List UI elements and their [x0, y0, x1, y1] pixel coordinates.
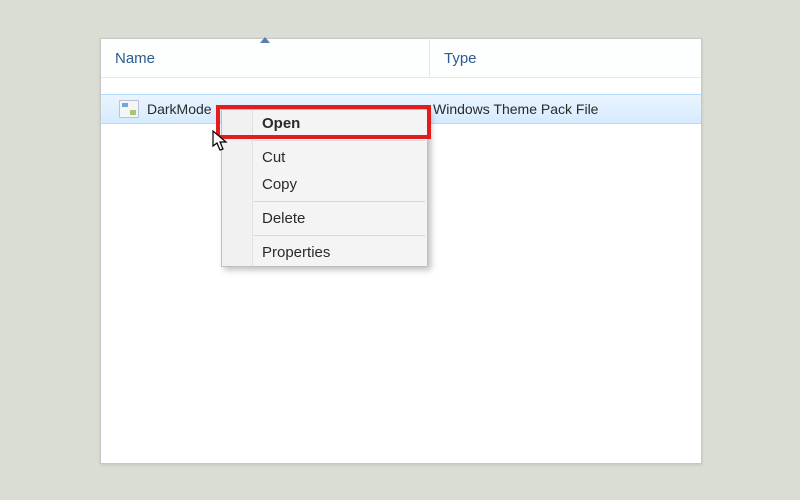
context-menu-delete[interactable]: Delete	[222, 205, 427, 232]
file-cell-type: Windows Theme Pack File	[419, 101, 701, 117]
context-menu-separator	[254, 140, 425, 141]
context-menu-delete-label: Delete	[262, 210, 305, 227]
context-menu-properties-label: Properties	[262, 244, 330, 261]
column-headers: Name Type	[101, 39, 701, 78]
context-menu-separator	[254, 201, 425, 202]
context-menu-copy[interactable]: Copy	[222, 171, 427, 198]
column-header-type-label: Type	[444, 50, 477, 67]
context-menu-separator	[254, 235, 425, 236]
file-type-label: Windows Theme Pack File	[433, 101, 598, 117]
column-header-type[interactable]: Type	[430, 39, 701, 77]
context-menu-cut-label: Cut	[262, 149, 285, 166]
column-header-name-label: Name	[115, 50, 155, 67]
context-menu-properties[interactable]: Properties	[222, 239, 427, 266]
context-menu-copy-label: Copy	[262, 176, 297, 193]
context-menu-cut[interactable]: Cut	[222, 144, 427, 171]
context-menu-open[interactable]: Open	[222, 110, 427, 137]
theme-file-icon	[119, 100, 139, 118]
column-header-name[interactable]: Name	[101, 39, 430, 77]
context-menu-open-label: Open	[262, 115, 300, 132]
file-name-label: DarkMode	[147, 101, 212, 117]
sort-ascending-icon	[260, 37, 270, 43]
context-menu: Open Cut Copy Delete Properties	[221, 109, 428, 267]
